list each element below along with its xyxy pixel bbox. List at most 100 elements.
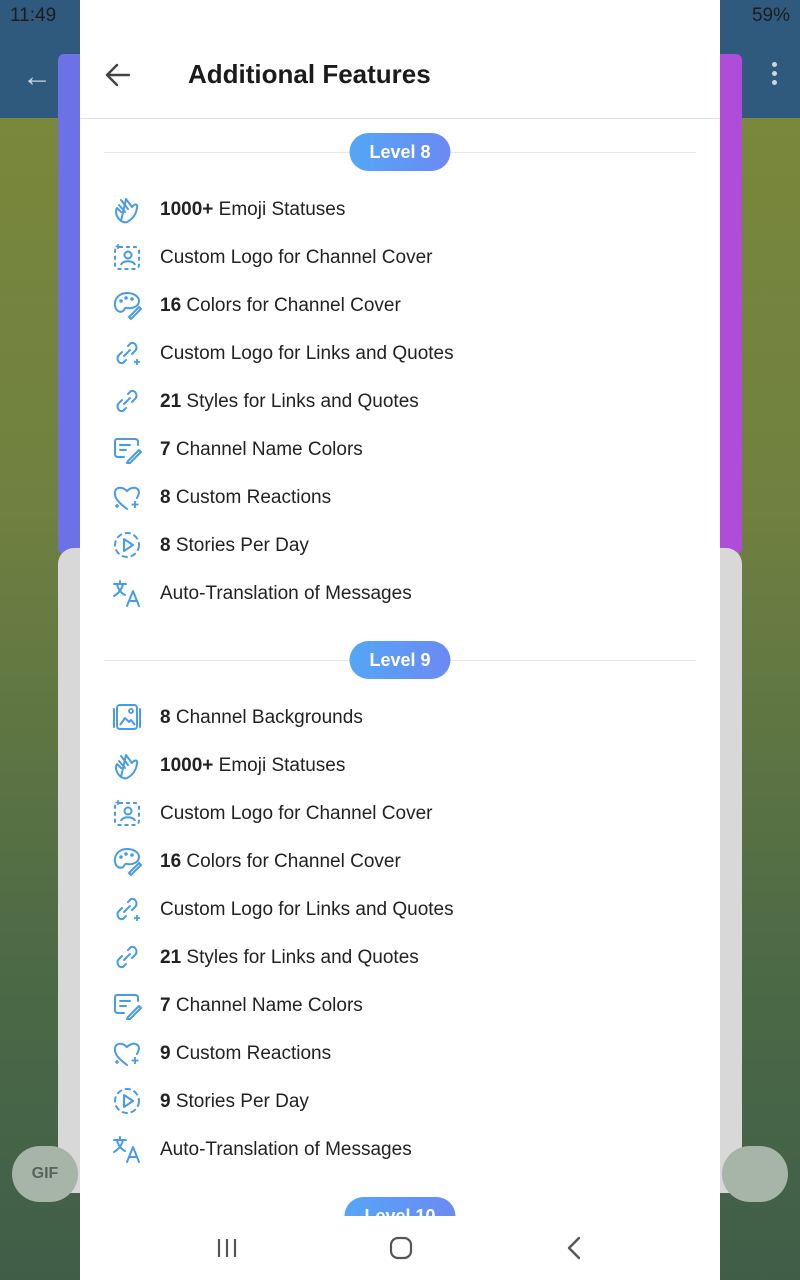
feature-item: Custom Logo for Channel Cover <box>80 789 720 837</box>
link-sparkle-icon <box>110 337 144 369</box>
feature-text: Custom Reactions <box>170 487 332 508</box>
feature-item: Auto-Translation of Messages <box>80 1125 720 1173</box>
link-icon <box>110 385 144 417</box>
feature-text: Auto-Translation of Messages <box>160 1139 412 1160</box>
feature-item: 8 Stories Per Day <box>80 521 720 569</box>
feature-label: 8 Stories Per Day <box>160 535 309 557</box>
chevron-left-icon <box>567 1236 581 1260</box>
name-color-icon <box>110 433 144 465</box>
home-icon <box>389 1236 413 1260</box>
story-play-icon <box>110 529 144 561</box>
system-nav-bar <box>80 1216 720 1280</box>
additional-features-panel: Additional Features Level 8 1000+ Emoji S… <box>80 0 720 1280</box>
panel-header: Additional Features <box>80 32 720 119</box>
feature-label: Auto-Translation of Messages <box>160 1139 412 1161</box>
feature-item: 8 Channel Backgrounds <box>80 693 720 741</box>
feature-item: Custom Logo for Channel Cover <box>80 233 720 281</box>
feature-text: Emoji Statuses <box>213 755 346 776</box>
feature-label: 21 Styles for Links and Quotes <box>160 947 419 969</box>
feature-item: Custom Logo for Links and Quotes <box>80 885 720 933</box>
link-icon <box>110 941 144 973</box>
feature-text: Stories Per Day <box>170 1091 309 1112</box>
feature-item: 1000+ Emoji Statuses <box>80 185 720 233</box>
feature-item: 21 Styles for Links and Quotes <box>80 933 720 981</box>
level-divider: Level 10 <box>80 1183 720 1216</box>
wallpaper-icon <box>110 701 144 733</box>
level-badge: Level 10 <box>344 1197 456 1216</box>
feature-item: 1000+ Emoji Statuses <box>80 741 720 789</box>
feature-label: Custom Logo for Channel Cover <box>160 803 432 825</box>
feature-text: Custom Reactions <box>170 1043 332 1064</box>
level-divider: Level 9 <box>80 627 720 693</box>
features-list: Level 8 1000+ Emoji Statuses Custom Logo f… <box>80 119 720 1216</box>
feature-text: Styles for Links and Quotes <box>181 947 419 968</box>
feature-text: Custom Logo for Links and Quotes <box>160 343 454 364</box>
feature-count: 1000+ <box>160 199 214 220</box>
feature-text: Channel Backgrounds <box>170 707 363 728</box>
feature-text: Auto-Translation of Messages <box>160 583 412 604</box>
background-gif-button: GIF <box>12 1146 78 1202</box>
link-sparkle-icon <box>110 893 144 925</box>
feature-label: 8 Custom Reactions <box>160 487 331 509</box>
level-divider: Level 8 <box>80 119 720 185</box>
status-battery: 59% <box>751 5 790 26</box>
wave-hand-icon <box>110 749 144 781</box>
feature-item: 7 Channel Name Colors <box>80 981 720 1029</box>
recent-apps-icon <box>217 1239 237 1257</box>
logo-image-icon <box>110 241 144 273</box>
feature-item: 16 Colors for Channel Cover <box>80 837 720 885</box>
feature-count: 7 <box>160 439 171 460</box>
background-camera-button <box>722 1146 788 1202</box>
recent-apps-button[interactable] <box>212 1234 242 1262</box>
story-play-icon <box>110 1085 144 1117</box>
system-back-button[interactable] <box>560 1234 590 1262</box>
status-time: 11:49 <box>10 5 57 26</box>
level-badge: Level 8 <box>349 133 451 171</box>
feature-label: 7 Channel Name Colors <box>160 995 363 1017</box>
feature-count: 8 <box>160 487 171 508</box>
page-title: Additional Features <box>188 59 431 89</box>
feature-count: 9 <box>160 1091 171 1112</box>
wave-hand-icon <box>110 193 144 225</box>
feature-item: Auto-Translation of Messages <box>80 569 720 617</box>
translate-icon <box>110 577 144 609</box>
feature-item: 16 Colors for Channel Cover <box>80 281 720 329</box>
feature-count: 21 <box>160 391 182 412</box>
feature-label: Custom Logo for Channel Cover <box>160 247 432 269</box>
back-button[interactable] <box>100 52 136 98</box>
background-menu-icon <box>772 62 778 89</box>
feature-count: 1000+ <box>160 755 214 776</box>
feature-text: Channel Name Colors <box>170 995 363 1016</box>
feature-text: Channel Name Colors <box>170 439 363 460</box>
feature-label: 8 Channel Backgrounds <box>160 707 363 729</box>
home-button[interactable] <box>386 1234 416 1262</box>
feature-item: 9 Stories Per Day <box>80 1077 720 1125</box>
name-color-icon <box>110 989 144 1021</box>
feature-item: 8 Custom Reactions <box>80 473 720 521</box>
feature-item: 21 Styles for Links and Quotes <box>80 377 720 425</box>
palette-icon <box>110 845 144 877</box>
feature-count: 8 <box>160 707 171 728</box>
feature-count: 9 <box>160 1043 171 1064</box>
feature-text: Custom Logo for Links and Quotes <box>160 899 454 920</box>
feature-label: 16 Colors for Channel Cover <box>160 851 401 873</box>
feature-item: 9 Custom Reactions <box>80 1029 720 1077</box>
palette-icon <box>110 289 144 321</box>
feature-count: 16 <box>160 851 182 872</box>
feature-count: 7 <box>160 995 171 1016</box>
feature-count: 8 <box>160 535 171 556</box>
feature-count: 21 <box>160 947 182 968</box>
feature-label: 9 Custom Reactions <box>160 1043 331 1065</box>
feature-text: Styles for Links and Quotes <box>181 391 419 412</box>
feature-label: 16 Colors for Channel Cover <box>160 295 401 317</box>
feature-label: 9 Stories Per Day <box>160 1091 309 1113</box>
logo-image-icon <box>110 797 144 829</box>
feature-label: 21 Styles for Links and Quotes <box>160 391 419 413</box>
translate-icon <box>110 1133 144 1165</box>
feature-text: Custom Logo for Channel Cover <box>160 803 433 824</box>
feature-text: Custom Logo for Channel Cover <box>160 247 433 268</box>
feature-label: Auto-Translation of Messages <box>160 583 412 605</box>
background-back-icon: ← <box>22 60 52 93</box>
